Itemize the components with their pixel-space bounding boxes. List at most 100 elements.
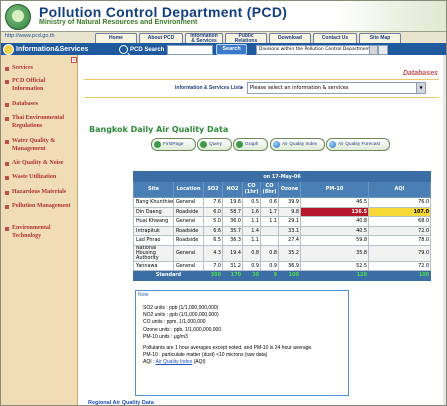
note-ozone: Ozone units : ppb, 1/1,000,000,000 bbox=[143, 326, 222, 333]
cell-aqi: 76.0 bbox=[367, 197, 432, 208]
cell-co-8hr: 0.6 bbox=[260, 197, 279, 208]
nav-tabs: Home About PCD Information & Services Pu… bbox=[95, 32, 403, 44]
aqi-link[interactable]: Air Quality Index bbox=[156, 359, 193, 365]
cell-no2: 36.0 bbox=[222, 216, 243, 227]
globe-icon bbox=[273, 141, 280, 148]
cell-no2: 35.7 bbox=[222, 225, 243, 236]
std-co-1hr: 30 bbox=[242, 270, 261, 281]
information-services-select[interactable]: Please select an information & services … bbox=[247, 82, 426, 94]
cell-so2: 6.5 bbox=[203, 235, 223, 246]
sidebar-item-services[interactable]: Services bbox=[5, 65, 75, 73]
col-ozone: Ozone bbox=[278, 181, 301, 198]
table-row: Yannawa General 7.0 31.2 0.9 0.9 36.9 52… bbox=[133, 260, 432, 271]
cell-co-1hr: 0.5 bbox=[242, 197, 261, 208]
table-row: Din Daeng Roadside 6.0 58.7 1.6 1.7 9.8 … bbox=[133, 206, 432, 217]
cell-pm10: 52.5 bbox=[300, 260, 369, 271]
site-header: Pollution Control Department (PCD) Minis… bbox=[1, 1, 446, 31]
cell-aqi: 68.0 bbox=[367, 216, 432, 227]
cell-ozone: 9.8 bbox=[278, 206, 301, 217]
cell-so2: 7.0 bbox=[203, 260, 223, 271]
bullet-icon bbox=[5, 102, 9, 107]
regional-air-quality-link[interactable]: Regional Air Quality Data bbox=[88, 400, 154, 405]
page: Pollution Control Department (PCD) Minis… bbox=[0, 0, 447, 406]
table-row: Bang Khunthien General 7.6 19.6 0.5 0.6 … bbox=[133, 197, 432, 208]
query-button[interactable]: Query bbox=[197, 138, 232, 151]
close-icon[interactable]: x bbox=[71, 57, 77, 63]
air-quality-index-button[interactable]: Air Quality Index bbox=[270, 138, 325, 151]
sidebar-item-regulations[interactable]: Thai Environmental Regulations bbox=[5, 115, 75, 130]
cell-ozone: 36.9 bbox=[278, 260, 301, 271]
cell-ozone: 27.4 bbox=[278, 235, 301, 246]
sidebar-item-label: Thai Environmental Regulations bbox=[12, 115, 65, 129]
sidebar-item-env-tech[interactable]: Environmental Technology bbox=[5, 225, 75, 240]
sidebar-item-waste[interactable]: Waste Utilization bbox=[5, 174, 75, 182]
first-page-button[interactable]: FirstPage bbox=[151, 138, 196, 151]
bullet-icon bbox=[5, 66, 9, 71]
note-aqi-suffix: (AQI) bbox=[192, 359, 206, 366]
cell-co-1hr: 1.4 bbox=[242, 225, 261, 236]
cell-pm10-exceeded: 136.5 bbox=[300, 206, 369, 217]
cell-pm10: 40.8 bbox=[300, 216, 369, 227]
vertical-scrollbar[interactable] bbox=[443, 55, 446, 405]
sidebar-item-pollution-mgmt[interactable]: Pollution Management bbox=[5, 203, 75, 211]
sidebar-item-official-info[interactable]: PCD Official Information bbox=[5, 78, 75, 93]
site-subtitle: Ministry of Natural Resources and Enviro… bbox=[39, 19, 198, 26]
cell-aqi: 72.0 bbox=[367, 225, 432, 236]
col-location: Location bbox=[173, 181, 204, 198]
cell-so2: 7.6 bbox=[203, 197, 223, 208]
divisions-select[interactable]: Divisions within the Pollution Control D… bbox=[256, 45, 378, 55]
cell-co-8hr bbox=[260, 235, 279, 246]
cell-aqi-exceeded: 107.0 bbox=[367, 206, 432, 217]
sidebar-item-air-quality[interactable]: Air Quality & Noise bbox=[5, 160, 75, 168]
table-standard-row: Standard 300 170 30 9 100 120 100 bbox=[133, 270, 432, 281]
information-services-heading: Information&Services bbox=[3, 44, 88, 55]
bullet-icon bbox=[5, 190, 9, 195]
note-pm10-desc: PM-10 : particulate matter (dust) <10 mi… bbox=[143, 352, 268, 359]
bullet-icon bbox=[5, 139, 9, 144]
cell-no2: 58.7 bbox=[222, 206, 243, 217]
table-date-row: on 17-May-06 bbox=[132, 171, 432, 182]
sidebar-item-label: Services bbox=[12, 65, 33, 71]
arrow-right-icon: ▸ bbox=[241, 85, 244, 91]
col-pm10: PM-10 bbox=[300, 181, 369, 198]
col-site: Site bbox=[133, 181, 174, 198]
cell-co-1hr: 0.9 bbox=[242, 260, 261, 271]
pcd-search: PCD Search Search bbox=[119, 44, 247, 55]
cell-site: National Housing Authority bbox=[133, 244, 174, 262]
information-services-label: Information&Services bbox=[16, 46, 89, 53]
sidebar-item-label: PCD Official Information bbox=[12, 78, 46, 92]
sidebar-item-label: Databases bbox=[12, 101, 39, 107]
std-aqi: 100 bbox=[367, 270, 432, 281]
cell-co-1hr: 1.1 bbox=[242, 235, 261, 246]
table-row: Intrapituk Roadside 6.6 35.7 1.4 33.1 40… bbox=[133, 225, 432, 236]
air-quality-forecast-button[interactable]: Air Quality Forecast bbox=[326, 138, 390, 151]
globe-icon bbox=[329, 141, 336, 148]
note-title: Note bbox=[138, 292, 149, 298]
col-no2: NO2 bbox=[222, 181, 243, 198]
sidebar-item-label: Hazardous Materials bbox=[12, 189, 67, 195]
divider bbox=[84, 97, 439, 98]
note-so2: SO2 units : ppb (1/1,000,000,000) bbox=[143, 305, 219, 311]
cell-location: General bbox=[173, 260, 204, 271]
arrow-icon bbox=[154, 141, 161, 148]
search-input[interactable] bbox=[167, 44, 214, 55]
chevron-down-icon bbox=[369, 46, 377, 54]
header-banner-art bbox=[336, 1, 446, 31]
pcd-logo[interactable] bbox=[5, 4, 31, 30]
site-url[interactable]: http://www.pcd.go.th bbox=[5, 33, 55, 39]
divisions-go-button[interactable] bbox=[378, 45, 388, 55]
sidebar-item-label: Environmental Technology bbox=[12, 225, 51, 239]
search-button[interactable]: Search bbox=[216, 44, 247, 55]
cell-aqi: 79.0 bbox=[367, 244, 432, 262]
sidebar-item-databases[interactable]: Databases bbox=[5, 101, 75, 109]
cell-so2: 4.3 bbox=[203, 244, 223, 262]
arrow-icon bbox=[236, 141, 243, 148]
info-icon bbox=[3, 44, 14, 55]
sidebar-item-water-quality[interactable]: Water Quality & Management bbox=[5, 138, 75, 153]
cell-co-8hr: 1.1 bbox=[260, 216, 279, 227]
cell-no2: 19.6 bbox=[222, 197, 243, 208]
graph-button[interactable]: Graph bbox=[233, 138, 268, 151]
sidebar-item-hazardous[interactable]: Hazardous Materials bbox=[5, 189, 75, 197]
bullet-icon bbox=[5, 226, 9, 231]
col-aqi: AQI bbox=[367, 181, 432, 198]
